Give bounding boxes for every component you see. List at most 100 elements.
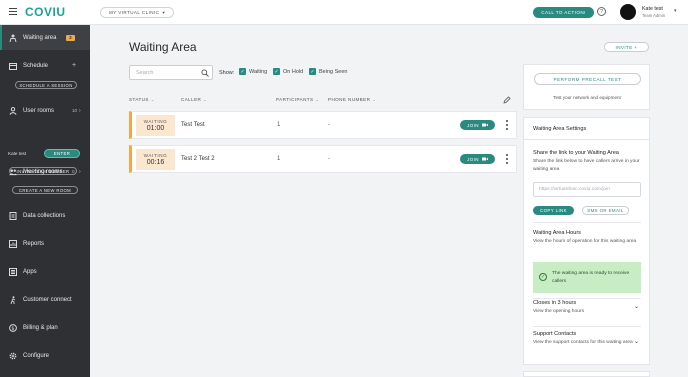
ready-status-text: The waiting area is ready to receive cal… <box>552 271 630 284</box>
room-member-name: Kate test <box>8 151 27 156</box>
column-header-status[interactable]: STATUS ⌄ <box>129 97 155 102</box>
precall-test-button[interactable]: PERFORM PRECALL TEST <box>534 73 641 85</box>
table-row[interactable]: WAITING 00:16 Test 2 Test 2 1 - JOIN <box>129 145 517 173</box>
top-bar: COVIU MY VIRTUAL CLINIC ▾ CALL TO ACTION… <box>0 0 688 25</box>
sidebar-item-apps[interactable]: Apps <box>0 259 90 284</box>
menu-icon[interactable] <box>9 8 17 15</box>
hours-title: Waiting Area Hours <box>533 230 581 236</box>
checkbox-checked-icon[interactable]: ✓ <box>239 68 246 75</box>
search-input[interactable] <box>136 70 196 76</box>
filter-on-hold[interactable]: ✓ On Hold <box>273 68 303 75</box>
document-icon <box>9 211 17 220</box>
svg-text:$: $ <box>11 325 14 331</box>
column-header-phone[interactable]: PHONE NUMBER ⌄ <box>328 97 376 102</box>
header-label: CALLER <box>181 97 202 102</box>
waiting-count-badge: 2 <box>66 34 75 41</box>
billing-icon: $ <box>9 323 17 332</box>
status-label: WAITING <box>143 153 168 158</box>
precall-subtitle: Test your network and equipment <box>553 95 621 100</box>
coviu-logo[interactable]: COVIU <box>25 5 66 19</box>
sidebar-item-user-rooms[interactable]: User rooms 10 › <box>0 98 90 123</box>
wait-timer: 00:16 <box>146 159 165 166</box>
sidebar-item-waiting-area[interactable]: Waiting area 2 <box>0 25 90 50</box>
user-rooms-count: 10 <box>72 108 78 113</box>
help-icon[interactable]: ? <box>597 7 606 16</box>
call-to-action-button[interactable]: CALL TO ACTION! <box>533 7 594 18</box>
sidebar-item-label: Waiting area <box>23 34 57 41</box>
video-camera-icon <box>481 123 488 128</box>
more-options-icon[interactable] <box>505 154 508 164</box>
join-button[interactable]: JOIN <box>460 154 495 164</box>
share-link-subtitle: Share the link below to have callers arr… <box>533 159 640 172</box>
closes-title: Closes in 3 hours <box>533 300 577 306</box>
checkbox-checked-icon[interactable]: ✓ <box>273 68 280 75</box>
chevron-down-icon[interactable]: ⌄ <box>634 303 639 310</box>
chevron-down-icon: ⌄ <box>203 97 208 102</box>
filter-label: On Hold <box>283 68 304 75</box>
sidebar-item-label: Apps <box>23 268 37 275</box>
chevron-right-icon[interactable]: › <box>79 169 81 175</box>
gear-icon <box>9 352 17 360</box>
clinic-select[interactable]: MY VIRTUAL CLINIC ▾ <box>100 7 174 18</box>
filter-waiting[interactable]: ✓ Waiting <box>239 68 267 75</box>
copy-link-button[interactable]: COPY LINK <box>533 206 574 215</box>
schedule-session-button[interactable]: SCHEDULE A SESSION <box>15 81 77 89</box>
header-label: STATUS <box>129 97 149 102</box>
apps-icon <box>9 267 17 276</box>
filter-being-seen[interactable]: ✓ Being Seen <box>309 68 347 75</box>
sidebar-item-label: User rooms <box>23 107 55 114</box>
edit-icon[interactable] <box>503 96 511 106</box>
person-walking-icon <box>9 295 17 304</box>
create-room-button[interactable]: CREATE A NEW ROOM <box>12 186 78 194</box>
support-contacts-subtitle: View the support contacts for this waiti… <box>533 340 633 345</box>
join-button[interactable]: JOIN <box>460 120 495 130</box>
invite-button[interactable]: INVITE + <box>604 42 649 52</box>
sidebar-item-label: Customer connect <box>23 296 72 303</box>
checkbox-checked-icon[interactable]: ✓ <box>309 68 316 75</box>
waiting-area-url[interactable]: https://virtualclinic.coviu.com/join <box>533 182 641 197</box>
participants-count: 1 <box>277 122 281 128</box>
avatar[interactable] <box>620 4 636 20</box>
divider <box>533 222 641 223</box>
sidebar-item-data-collections[interactable]: Data collections <box>0 203 90 228</box>
add-schedule-icon[interactable]: + <box>72 62 76 69</box>
enter-room-button[interactable]: ENTER <box>44 149 80 158</box>
sidebar-item-label: Data collections <box>23 212 66 219</box>
sidebar-item-label: Schedule <box>23 62 49 69</box>
participants-count: 1 <box>277 156 281 162</box>
search-icon[interactable] <box>201 69 209 79</box>
more-options-icon[interactable] <box>505 120 508 130</box>
status-badge: WAITING 00:16 <box>136 149 175 170</box>
user-role: Team Admin <box>642 13 666 18</box>
video-camera-icon <box>481 157 488 162</box>
chevron-down-icon[interactable]: ▾ <box>674 8 677 14</box>
search-field[interactable] <box>129 65 213 80</box>
waiting-area-icon <box>9 34 17 42</box>
filter-label: Being Seen <box>319 68 348 75</box>
meeting-rooms-count: 0 <box>72 169 75 174</box>
chevron-down-icon[interactable]: ⌄ <box>634 338 639 345</box>
sidebar-item-configure[interactable]: Configure <box>0 343 90 368</box>
header-label: PHONE NUMBER <box>328 97 371 102</box>
column-header-caller[interactable]: CALLER ⌄ <box>181 97 207 102</box>
sidebar-item-billing[interactable]: $ Billing & plan <box>0 315 90 340</box>
show-label: Show: <box>219 70 235 76</box>
chevron-down-icon: ▾ <box>162 9 166 15</box>
sidebar-item-meeting-rooms[interactable]: Meeting rooms 0 › <box>0 159 90 184</box>
calendar-icon <box>9 62 17 70</box>
status-label: WAITING <box>143 119 168 124</box>
status-badge: WAITING 01:00 <box>136 115 175 136</box>
column-header-participants[interactable]: PARTICIPANTS ⌄ <box>276 97 319 102</box>
header-label: PARTICIPANTS <box>276 97 314 102</box>
chevron-right-icon[interactable]: › <box>79 108 81 114</box>
chevron-down-icon: ⌄ <box>372 97 377 102</box>
sidebar-item-customer-connect[interactable]: Customer connect <box>0 287 90 312</box>
sms-or-email-button[interactable]: SMS OR EMAIL <box>582 206 629 215</box>
filter-label: Waiting <box>249 68 268 75</box>
table-row[interactable]: WAITING 01:00 Test Test 1 - JOIN <box>129 111 517 139</box>
user-name[interactable]: Kate test <box>642 6 663 12</box>
phone-number: - <box>328 156 330 162</box>
sidebar: Waiting area 2 Schedule + SCHEDULE A SES… <box>0 25 90 377</box>
sidebar-item-reports[interactable]: Reports <box>0 231 90 256</box>
sidebar-item-schedule[interactable]: Schedule + <box>0 53 90 78</box>
